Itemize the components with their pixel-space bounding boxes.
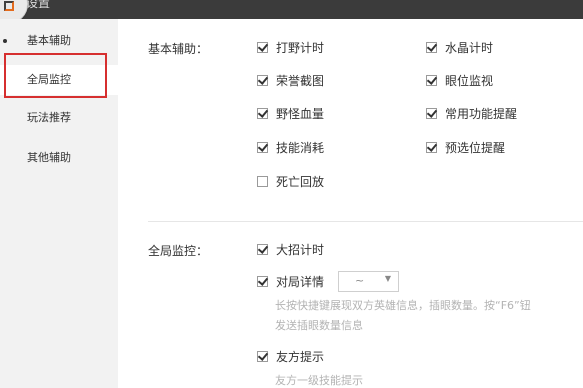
title-bar: 设置 — [0, 0, 583, 19]
checkbox-box[interactable] — [426, 41, 438, 53]
checkbox-box[interactable] — [426, 74, 438, 86]
checkmark-icon — [257, 107, 269, 118]
checkbox-label: 野怪血量 — [276, 107, 325, 121]
match-detail-hint-line1: 长按快捷键展现双方英雄信息，插眼数量。按“F6”钮 — [275, 299, 531, 312]
checkmark-icon — [426, 41, 438, 52]
checkbox-box[interactable] — [426, 107, 438, 119]
checkmark-icon — [257, 350, 269, 361]
checkbox-box[interactable] — [257, 350, 269, 362]
window-title: 设置 — [26, 0, 51, 10]
match-detail-hint-line2: 发送插眼数量信息 — [275, 319, 363, 332]
checkmark-icon — [257, 243, 269, 254]
checkbox-label: 预选位提醒 — [445, 141, 506, 155]
global-monitor-section-label: 全局监控： — [148, 244, 209, 258]
checkbox-label: 大招计时 — [276, 243, 325, 257]
checkmark-icon — [257, 141, 269, 152]
checkbox-box[interactable] — [257, 275, 269, 287]
checkmark-icon — [426, 74, 438, 85]
checkmark-icon — [257, 41, 269, 52]
checkbox-label: 荣誉截图 — [276, 74, 325, 88]
checkmark-icon — [426, 107, 438, 118]
checkbox-label: 对局详情 — [276, 275, 325, 289]
checkbox-box[interactable] — [257, 141, 269, 153]
checkbox-box[interactable] — [257, 176, 268, 187]
checkbox-box[interactable] — [426, 141, 438, 153]
section-divider — [148, 221, 583, 222]
sidebar-item-basic-assist[interactable]: 基本辅助 — [0, 26, 118, 56]
bullet-icon — [3, 39, 7, 43]
sidebar-item-gameplay-recommend[interactable]: 玩法推荐 — [0, 103, 118, 133]
sidebar-item-label: 玩法推荐 — [27, 111, 71, 124]
highlight-annotation — [4, 53, 107, 98]
checkbox-label: 友方提示 — [276, 350, 325, 364]
checkbox-box[interactable] — [257, 74, 269, 86]
checkbox-label: 常用功能提醒 — [445, 107, 518, 121]
checkbox-box[interactable] — [257, 41, 269, 53]
checkbox-box[interactable] — [257, 107, 269, 119]
checkbox-box[interactable] — [257, 243, 269, 255]
checkbox-label: 眼位监视 — [445, 74, 494, 88]
basic-assist-section-label: 基本辅助： — [148, 42, 209, 56]
checkbox-label: 水晶计时 — [445, 41, 494, 55]
checkbox-label: 打野计时 — [276, 41, 325, 55]
friend-hint-text: 友方一级技能提示 — [275, 374, 363, 387]
chevron-down-icon: ▼ — [384, 274, 391, 283]
match-detail-hotkey-select[interactable]: ~ ▼ — [338, 271, 399, 292]
checkmark-icon — [426, 141, 438, 152]
sidebar-item-label: 基本辅助 — [27, 34, 71, 47]
logo-mark-icon — [4, 1, 14, 11]
checkmark-icon — [257, 74, 269, 85]
checkbox-label: 死亡回放 — [276, 175, 325, 189]
sidebar-item-other-assist[interactable]: 其他辅助 — [0, 143, 118, 173]
sidebar-item-label: 其他辅助 — [27, 151, 71, 164]
select-value: ~ — [355, 274, 365, 287]
checkbox-label: 技能消耗 — [276, 141, 325, 155]
checkmark-icon — [257, 275, 269, 286]
